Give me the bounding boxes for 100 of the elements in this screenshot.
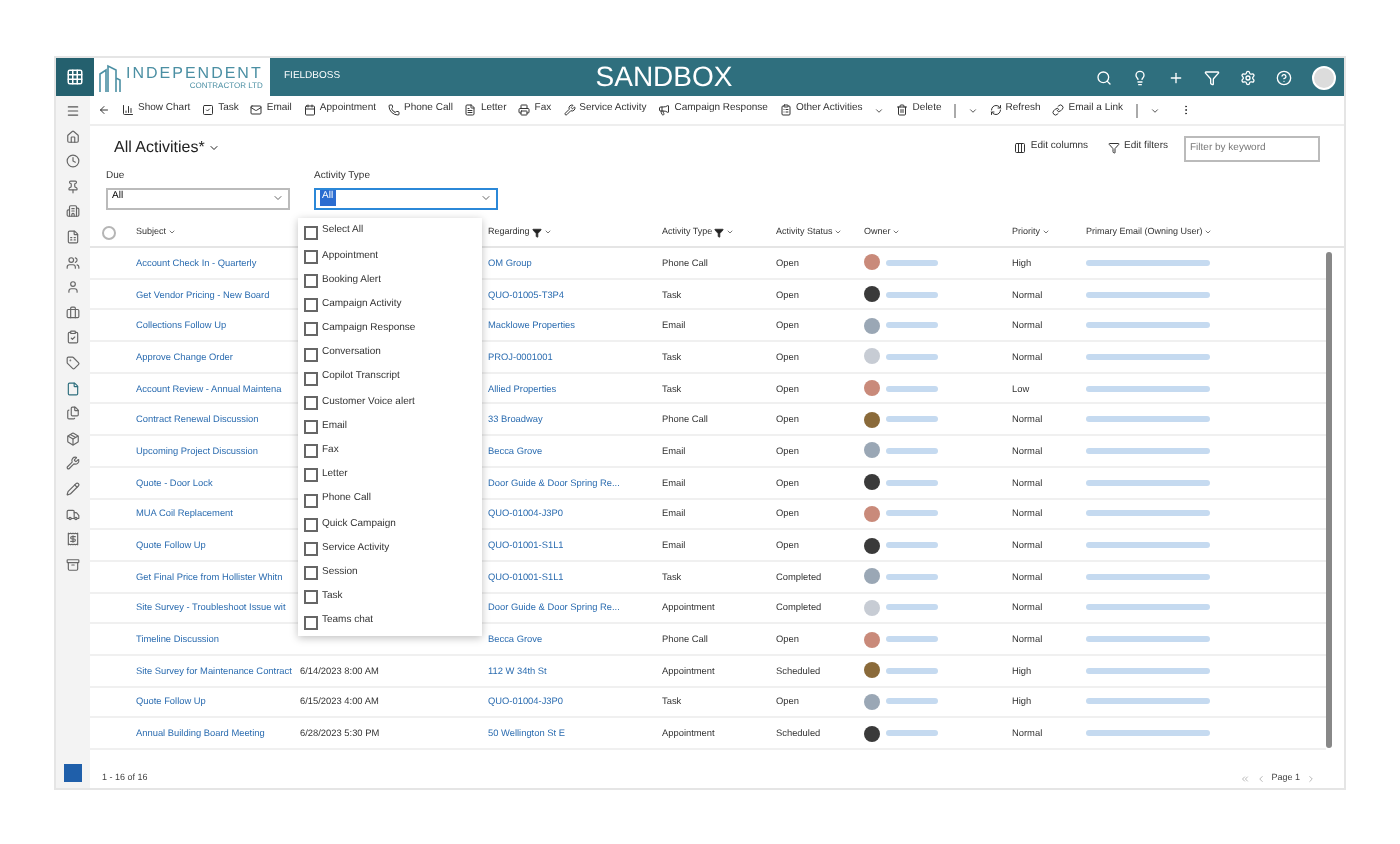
document-icon (464, 104, 477, 116)
spreadsheet-icon[interactable] (66, 229, 80, 244)
select-all-checkbox[interactable] (102, 225, 116, 239)
blurred-email (1086, 636, 1210, 643)
logo-title: INDEPENDENT (126, 65, 263, 81)
avatar[interactable] (1312, 65, 1336, 89)
filter-icon (1108, 142, 1121, 154)
receipt-icon[interactable] (66, 532, 80, 547)
wrench-icon (563, 104, 576, 116)
blurred-email (1086, 604, 1210, 611)
archive-icon[interactable] (66, 557, 80, 572)
checkbox[interactable] (304, 566, 318, 581)
chart-icon (122, 104, 134, 116)
blurred-owner-name (886, 667, 938, 674)
truck-icon[interactable] (66, 507, 80, 521)
blurred-email (1086, 542, 1210, 549)
caret-icon (272, 192, 284, 204)
clipboard-icon (779, 104, 792, 116)
person-icon[interactable] (66, 280, 80, 295)
checkbox[interactable] (304, 542, 318, 557)
wrench-icon[interactable] (66, 456, 80, 471)
home-icon[interactable] (66, 129, 80, 144)
checkbox[interactable] (304, 298, 318, 313)
menu-icon[interactable] (66, 104, 80, 118)
checkbox[interactable] (304, 249, 318, 264)
caret-icon[interactable] (1149, 105, 1159, 115)
blurred-owner-name (886, 698, 938, 705)
lightbulb-icon[interactable] (1132, 69, 1148, 85)
app-launcher-button[interactable] (56, 58, 94, 96)
blurred-email (1086, 573, 1210, 580)
checkbox[interactable] (304, 590, 318, 605)
search-icon[interactable] (1096, 69, 1112, 85)
people-icon[interactable] (66, 255, 80, 270)
checkbox[interactable] (304, 493, 318, 508)
blurred-email (1086, 447, 1210, 454)
megaphone-icon (658, 104, 671, 116)
back-icon[interactable] (98, 104, 110, 116)
blurred-owner-name (886, 447, 938, 454)
checkbox[interactable] (304, 225, 318, 240)
checkbox[interactable] (304, 273, 318, 288)
blurred-owner-name (886, 636, 938, 643)
blurred-owner-name (886, 259, 938, 266)
files-icon[interactable] (66, 406, 80, 421)
help-icon[interactable] (1276, 69, 1292, 85)
checkbox[interactable] (304, 395, 318, 410)
blurred-owner-name (886, 416, 938, 423)
columns-icon (1014, 142, 1027, 154)
blurred-email (1086, 416, 1210, 423)
settings-icon[interactable] (1240, 69, 1256, 85)
filter-icon[interactable] (1204, 69, 1220, 85)
package-icon[interactable] (66, 431, 80, 446)
area-switcher-button[interactable] (64, 764, 82, 782)
link-icon (1052, 104, 1065, 116)
blurred-owner-name (886, 322, 938, 329)
task-icon (202, 104, 215, 116)
clock-icon[interactable] (66, 154, 80, 169)
blurred-owner-name (886, 604, 938, 611)
briefcase-icon[interactable] (66, 305, 80, 320)
view-selector[interactable]: All Activities* (114, 136, 221, 160)
checkbox[interactable] (304, 322, 318, 337)
checkbox[interactable] (304, 420, 318, 435)
plus-icon[interactable] (1168, 69, 1184, 85)
checkbox[interactable] (304, 371, 318, 386)
blurred-email (1086, 730, 1210, 737)
building-icon[interactable] (66, 204, 80, 219)
blurred-email (1086, 259, 1210, 266)
checkbox[interactable] (304, 444, 318, 459)
blurred-email (1086, 510, 1210, 517)
grid-icon (66, 68, 84, 86)
blurred-email (1086, 385, 1210, 392)
printer-icon (518, 104, 531, 116)
blurred-owner-name (886, 542, 938, 549)
blurred-owner-name (886, 573, 938, 580)
clipboard-icon[interactable] (66, 330, 80, 345)
checkbox[interactable] (304, 468, 318, 483)
mail-icon (250, 104, 263, 116)
blurred-email (1086, 322, 1210, 329)
buildings-icon (98, 62, 122, 92)
blurred-owner-name (886, 510, 938, 517)
pencil-icon[interactable] (66, 481, 80, 496)
environment-title: SANDBOX (593, 58, 735, 96)
blurred-owner-name (886, 353, 938, 360)
file-icon[interactable] (66, 381, 80, 396)
caret-icon[interactable] (967, 105, 978, 115)
blurred-email (1086, 291, 1210, 298)
blurred-email (1086, 353, 1210, 360)
blurred-owner-name (886, 730, 938, 737)
checkbox[interactable] (304, 615, 318, 630)
blurred-owner-name (886, 479, 938, 486)
blurred-email (1086, 698, 1210, 705)
trash-icon (896, 104, 909, 116)
checkbox[interactable] (304, 347, 318, 362)
checkbox[interactable] (304, 517, 318, 532)
tag-icon[interactable] (66, 355, 80, 370)
blurred-owner-name (886, 385, 938, 392)
refresh-icon (989, 104, 1002, 116)
caret-icon[interactable] (874, 105, 885, 115)
pin-icon[interactable] (66, 179, 80, 194)
caret-icon (208, 142, 221, 154)
calendar-icon (303, 104, 316, 116)
